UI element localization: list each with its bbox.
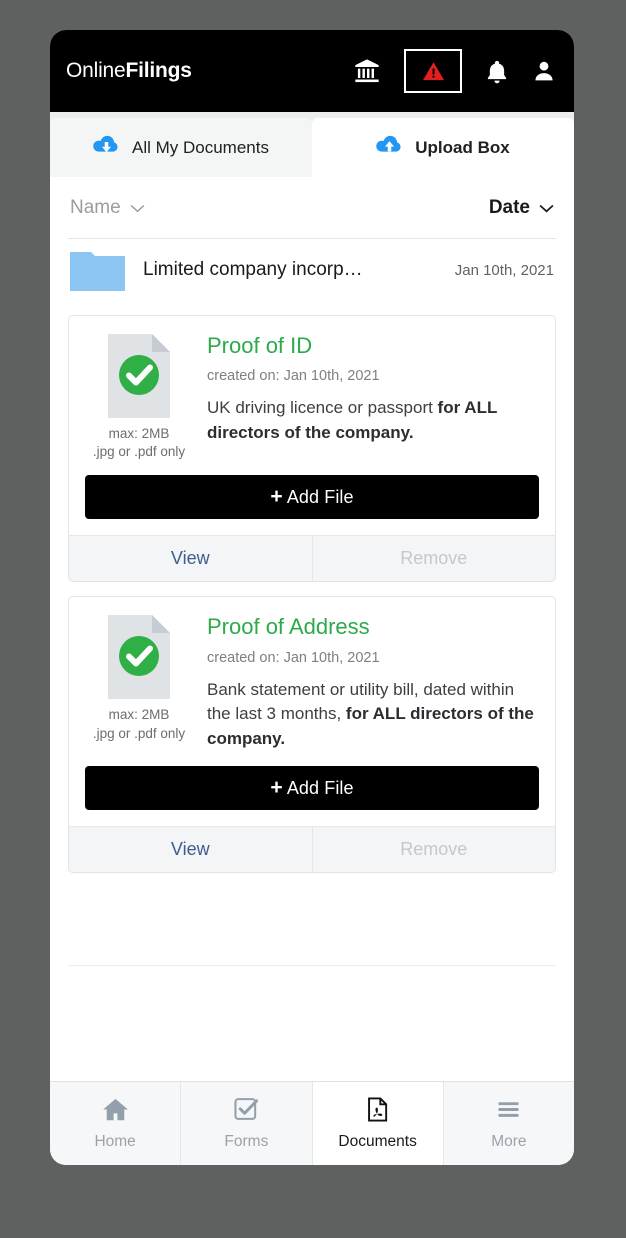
alert-triangle-icon[interactable] [404, 49, 462, 93]
chevron-down-icon [130, 197, 145, 219]
card-footer: View Remove [69, 535, 556, 582]
app-logo[interactable]: OnlineFilings [66, 59, 192, 83]
nav-item-more[interactable]: More [444, 1082, 574, 1165]
content-bottom-divider [68, 964, 556, 966]
document-status-column: max: 2MB .jpg or .pdf only [85, 332, 193, 461]
remove-button: Remove [311, 536, 556, 582]
sort-by-name-button[interactable]: Name [70, 197, 145, 219]
logo-text-bold: Filings [125, 59, 192, 82]
hamburger-menu-icon [495, 1097, 522, 1127]
bottom-navigation: Home Forms Documents More [50, 1081, 574, 1165]
document-complete-icon [104, 332, 174, 420]
app-header: OnlineFilings [50, 30, 574, 112]
file-types-label: .jpg or .pdf only [92, 725, 186, 741]
view-button[interactable]: View [69, 827, 312, 872]
folder-name: Limited company incorp… [143, 259, 363, 280]
bank-icon[interactable] [352, 57, 382, 85]
card-created-date: created on: Jan 10th, 2021 [207, 368, 380, 385]
document-tabs: All My Documents Upload Box [50, 112, 574, 177]
add-file-label: Add File [286, 487, 354, 508]
tab-label-upload-box: Upload Box [415, 137, 510, 157]
logo-text-regular: Online [66, 59, 126, 82]
nav-label-documents: Documents [338, 1132, 417, 1150]
card-body: max: 2MB .jpg or .pdf only Proof of Addr… [69, 597, 555, 825]
file-types-label: .jpg or .pdf only [92, 444, 186, 460]
phone-frame: OnlineFilings All My Documents Upload Bo… [50, 30, 574, 1165]
checkbox-icon [233, 1097, 260, 1127]
folder-row[interactable]: Limited company incorp… Jan 10th, 2021 [68, 239, 556, 301]
document-constraints: max: 2MB .jpg or .pdf only [93, 706, 185, 742]
user-icon[interactable] [532, 58, 556, 84]
card-created-date: created on: Jan 10th, 2021 [207, 649, 380, 666]
nav-item-documents[interactable]: Documents [312, 1082, 444, 1165]
nav-label-home: Home [94, 1132, 136, 1150]
remove-button: Remove [311, 826, 556, 872]
folder-icon [70, 249, 125, 291]
tab-all-my-documents[interactable]: All My Documents [50, 118, 312, 177]
plus-icon: + [270, 775, 283, 799]
sort-by-date-button[interactable]: Date [489, 197, 554, 219]
max-size-label: max: 2MB [108, 426, 170, 441]
card-footer: View Remove [69, 825, 556, 872]
pdf-file-icon [364, 1097, 391, 1127]
sort-name-label: Name [70, 196, 121, 218]
home-icon [102, 1097, 129, 1127]
cloud-download-icon [93, 134, 120, 161]
card-description: UK driving licence or passport for ALL d… [207, 396, 539, 445]
document-complete-icon [104, 613, 174, 701]
content-area: Name Date Limited company incorp… Jan 10… [50, 177, 574, 1081]
bell-icon[interactable] [484, 58, 510, 85]
tab-label-all-my-documents: All My Documents [132, 137, 269, 157]
card-title: Proof of ID [207, 333, 313, 358]
nav-label-forms: Forms [224, 1132, 269, 1150]
upload-card-proof-of-address: max: 2MB .jpg or .pdf only Proof of Addr… [68, 596, 556, 873]
view-button[interactable]: View [69, 536, 312, 581]
document-constraints: max: 2MB .jpg or .pdf only [93, 425, 185, 461]
card-description: Bank statement or utility bill, dated wi… [207, 678, 539, 752]
document-status-column: max: 2MB .jpg or .pdf only [85, 613, 193, 751]
card-title: Proof of Address [207, 614, 370, 640]
header-icon-group [352, 49, 556, 93]
sort-bar: Name Date [68, 177, 556, 239]
plus-icon: + [270, 485, 283, 509]
add-file-button[interactable]: + Add File [85, 765, 539, 810]
chevron-down-icon [539, 197, 554, 219]
max-size-label: max: 2MB [108, 707, 170, 723]
card-main-column: Proof of Address created on: Jan 10th, 2… [207, 613, 539, 751]
nav-item-forms[interactable]: Forms [181, 1082, 313, 1165]
cloud-upload-icon [376, 134, 403, 161]
card-body: max: 2MB .jpg or .pdf only Proof of ID c… [69, 316, 555, 535]
folder-date: Jan 10th, 2021 [454, 261, 554, 279]
card-description-normal: UK driving licence or passport [207, 398, 438, 418]
nav-label-more: More [491, 1132, 527, 1150]
add-file-button[interactable]: + Add File [85, 475, 539, 520]
nav-item-home[interactable]: Home [50, 1082, 182, 1165]
sort-date-label: Date [488, 196, 530, 218]
card-top-row: max: 2MB .jpg or .pdf only Proof of Addr… [85, 613, 539, 751]
card-top-row: max: 2MB .jpg or .pdf only Proof of ID c… [85, 332, 539, 461]
card-main-column: Proof of ID created on: Jan 10th, 2021 U… [207, 332, 539, 461]
tab-upload-box[interactable]: Upload Box [312, 118, 574, 177]
add-file-label: Add File [286, 777, 354, 798]
upload-card-proof-of-id: max: 2MB .jpg or .pdf only Proof of ID c… [68, 315, 556, 583]
